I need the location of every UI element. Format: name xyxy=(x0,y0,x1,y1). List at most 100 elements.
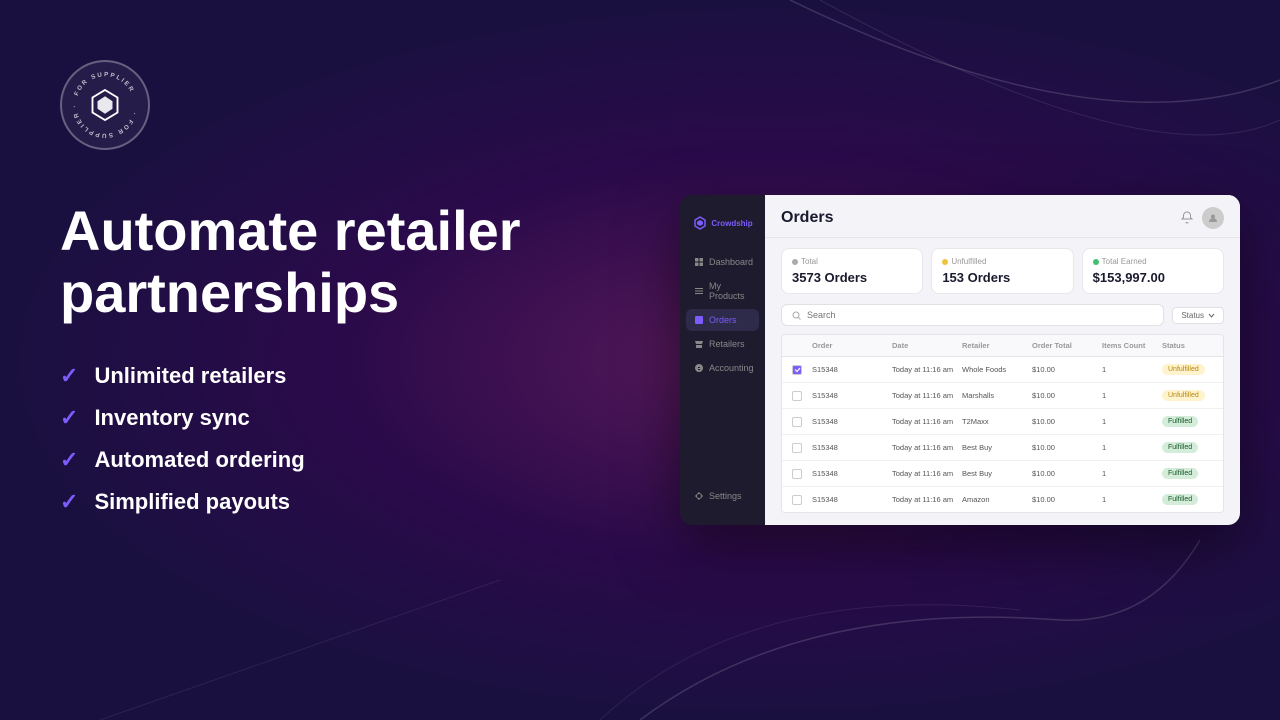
stat-unfulfilled: Unfulfilled 153 Orders xyxy=(931,248,1073,294)
checkbox-unchecked[interactable] xyxy=(792,469,802,479)
cell-total: $10.00 xyxy=(1028,493,1098,506)
products-icon xyxy=(694,286,704,296)
search-bar[interactable] xyxy=(781,304,1164,326)
nav-item-my-products[interactable]: My Products xyxy=(686,275,759,307)
col-retailer: Retailer xyxy=(958,339,1028,352)
cell-total: $10.00 xyxy=(1028,441,1098,454)
check-icon-4: ✓ xyxy=(60,489,78,515)
cell-total: $10.00 xyxy=(1028,415,1098,428)
cell-status: Fulfilled xyxy=(1158,492,1223,507)
checkbox-unchecked[interactable] xyxy=(792,495,802,505)
cell-status: Unfulfilled xyxy=(1158,388,1223,403)
cell-items: 1 xyxy=(1098,441,1158,454)
checkbox-checked[interactable] xyxy=(792,365,802,375)
search-icon xyxy=(792,311,801,320)
nav-item-dashboard[interactable]: Dashboard xyxy=(686,251,759,273)
stat-earned-value: $153,997.00 xyxy=(1093,270,1213,285)
status-badge: Fulfilled xyxy=(1162,442,1198,453)
settings-icon xyxy=(694,491,704,501)
sidebar-nav: Dashboard My Products Orders Retailers A… xyxy=(680,251,765,479)
status-badge: Fulfilled xyxy=(1162,416,1198,427)
cell-items: 1 xyxy=(1098,467,1158,480)
table-row[interactable]: S15348 Today at 11:16 am Best Buy $10.00… xyxy=(782,435,1223,461)
dashboard-icon xyxy=(694,257,704,267)
search-input[interactable] xyxy=(807,310,1153,320)
check-icon-3: ✓ xyxy=(60,447,78,473)
feature-item-automated-ordering: ✓ Automated ordering xyxy=(60,447,620,473)
stat-earned-label: Total Earned xyxy=(1093,257,1213,266)
left-section: FOR SUPPLIER · FOR SUPPLIER · Automate r… xyxy=(60,60,620,515)
table-header: Order Date Retailer Order Total Items Co… xyxy=(781,334,1224,357)
check-icon-1: ✓ xyxy=(60,363,78,389)
header-icons xyxy=(1180,207,1224,229)
user-avatar[interactable] xyxy=(1202,207,1224,229)
crowdship-logo-icon xyxy=(692,215,708,231)
nav-item-settings[interactable]: Settings xyxy=(686,485,759,507)
stat-earned: Total Earned $153,997.00 xyxy=(1082,248,1224,294)
cell-total: $10.00 xyxy=(1028,363,1098,376)
features-list: ✓ Unlimited retailers ✓ Inventory sync ✓… xyxy=(60,363,620,515)
feature-item-unlimited-retailers: ✓ Unlimited retailers xyxy=(60,363,620,389)
cell-date: Today at 11:16 am xyxy=(888,467,958,480)
sidebar-brand: Crowdship xyxy=(680,207,765,239)
cell-checkbox[interactable] xyxy=(788,389,808,403)
cell-date: Today at 11:16 am xyxy=(888,363,958,376)
orders-icon xyxy=(694,315,704,325)
cell-checkbox[interactable] xyxy=(788,493,808,507)
stat-unfulfilled-value: 153 Orders xyxy=(942,270,1062,285)
cell-items: 1 xyxy=(1098,493,1158,506)
cell-retailer: Marshalls xyxy=(958,389,1028,402)
cell-order: S15348 xyxy=(808,467,888,480)
table-row[interactable]: S15348 Today at 11:16 am T2Maxx $10.00 1… xyxy=(782,409,1223,435)
cell-order: S15348 xyxy=(808,493,888,506)
stat-dot-unfulfilled xyxy=(942,259,948,265)
cell-checkbox[interactable] xyxy=(788,415,808,429)
cell-total: $10.00 xyxy=(1028,467,1098,480)
bell-icon[interactable] xyxy=(1180,211,1194,225)
table-row[interactable]: S15348 Today at 11:16 am Best Buy $10.00… xyxy=(782,461,1223,487)
col-checkbox xyxy=(788,339,808,352)
cell-checkbox[interactable] xyxy=(788,467,808,481)
logo-badge: FOR SUPPLIER · FOR SUPPLIER · xyxy=(60,60,150,150)
nav-item-orders[interactable]: Orders xyxy=(686,309,759,331)
checkbox-unchecked[interactable] xyxy=(792,417,802,427)
cell-status: Fulfilled xyxy=(1158,440,1223,455)
page-title: Orders xyxy=(781,209,833,227)
sidebar: Crowdship Dashboard My Products Orders R… xyxy=(680,195,765,525)
main-header: Orders xyxy=(765,195,1240,238)
table-row[interactable]: S15348 Today at 11:16 am Amazon $10.00 1… xyxy=(782,487,1223,512)
status-filter-button[interactable]: Status xyxy=(1172,307,1224,324)
feature-item-inventory-sync: ✓ Inventory sync xyxy=(60,405,620,431)
table-row[interactable]: S15348 Today at 11:16 am Marshalls $10.0… xyxy=(782,383,1223,409)
nav-item-accounting[interactable]: Accounting xyxy=(686,357,759,379)
main-content: Orders Total xyxy=(765,195,1240,525)
status-badge: Unfulfilled xyxy=(1162,390,1205,401)
checkbox-unchecked[interactable] xyxy=(792,391,802,401)
avatar-icon xyxy=(1206,211,1220,225)
stat-total-value: 3573 Orders xyxy=(792,270,912,285)
cell-checkbox[interactable] xyxy=(788,441,808,455)
col-status: Status xyxy=(1158,339,1223,352)
cell-date: Today at 11:16 am xyxy=(888,493,958,506)
retailers-icon xyxy=(694,339,704,349)
cell-date: Today at 11:16 am xyxy=(888,389,958,402)
app-window: Crowdship Dashboard My Products Orders R… xyxy=(680,195,1240,525)
svg-text:· FOR SUPPLIER ·: · FOR SUPPLIER · xyxy=(71,104,137,139)
cell-checkbox[interactable] xyxy=(788,363,808,377)
col-order-total: Order Total xyxy=(1028,339,1098,352)
status-badge: Fulfilled xyxy=(1162,494,1198,505)
sidebar-bottom: Settings xyxy=(680,479,765,513)
feature-item-simplified-payouts: ✓ Simplified payouts xyxy=(60,489,620,515)
cell-retailer: Best Buy xyxy=(958,467,1028,480)
checkbox-unchecked[interactable] xyxy=(792,443,802,453)
status-badge: Unfulfilled xyxy=(1162,364,1205,375)
nav-item-retailers[interactable]: Retailers xyxy=(686,333,759,355)
stat-total: Total 3573 Orders xyxy=(781,248,923,294)
cell-order: S15348 xyxy=(808,415,888,428)
chevron-down-icon xyxy=(1208,312,1215,319)
table-row[interactable]: S15348 Today at 11:16 am Whole Foods $10… xyxy=(782,357,1223,383)
cell-status: Fulfilled xyxy=(1158,414,1223,429)
cell-status: Unfulfilled xyxy=(1158,362,1223,377)
cell-order: S15348 xyxy=(808,389,888,402)
cell-order: S15348 xyxy=(808,363,888,376)
